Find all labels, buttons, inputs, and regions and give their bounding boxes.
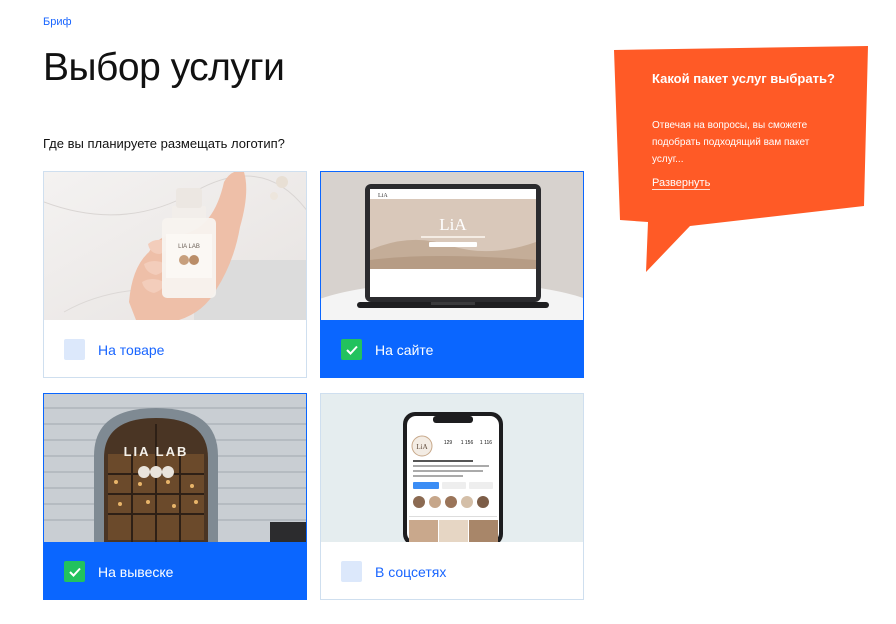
package-hint-callout: Какой пакет услуг выбрать? Отвечая на во…: [612, 46, 872, 274]
expand-link[interactable]: Развернуть: [652, 177, 711, 190]
option-label-product: На товаре: [98, 341, 165, 358]
option-card-product[interactable]: LIA LAB На товаре: [43, 171, 307, 378]
phone-stat: 129: [444, 440, 453, 446]
phone-stat: 1 116: [480, 440, 492, 446]
site-hero-logo: LiA: [439, 215, 467, 234]
option-card-signboard[interactable]: LIA LAB На вывеске: [43, 393, 307, 600]
checkbox-checked[interactable]: [64, 561, 85, 582]
website-photo: LiA LiA: [321, 172, 583, 320]
check-icon: [68, 567, 81, 577]
checkbox[interactable]: [64, 339, 85, 360]
sign-text: LIA LAB: [124, 444, 189, 459]
checkbox[interactable]: [341, 561, 362, 582]
option-footer[interactable]: На вывеске: [44, 542, 306, 599]
option-footer[interactable]: На сайте: [321, 320, 583, 377]
product-photo: LIA LAB: [44, 172, 306, 320]
check-icon: [345, 345, 358, 355]
phone-avatar-logo: LiA: [416, 443, 427, 451]
breadcrumb[interactable]: Бриф: [43, 16, 72, 28]
option-label-signboard: На вывеске: [98, 563, 174, 580]
option-footer[interactable]: На товаре: [44, 320, 306, 377]
checkbox-checked[interactable]: [341, 339, 362, 360]
social-photo: LiA 129 1 156 1 116: [321, 394, 583, 542]
phone-stat: 1 156: [461, 440, 474, 446]
option-footer[interactable]: В соцсетях: [321, 542, 583, 599]
site-nav-logo: LiA: [378, 193, 388, 199]
callout-text: Отвечая на вопросы, вы сможете подобрать…: [652, 120, 810, 165]
option-card-social[interactable]: LiA 129 1 156 1 116 В соцсетях: [320, 393, 584, 600]
signboard-photo: LIA LAB: [44, 394, 306, 542]
question-text: Где вы планируете размещать логотип?: [43, 136, 285, 151]
option-label-website: На сайте: [375, 341, 434, 358]
page-title: Выбор услуги: [43, 46, 285, 89]
bottle-label-text: LIA LAB: [178, 244, 200, 250]
callout-title: Какой пакет услуг выбрать?: [652, 71, 835, 86]
option-label-social: В соцсетях: [375, 563, 447, 580]
option-card-website[interactable]: LiA LiA На сайте: [320, 171, 584, 378]
